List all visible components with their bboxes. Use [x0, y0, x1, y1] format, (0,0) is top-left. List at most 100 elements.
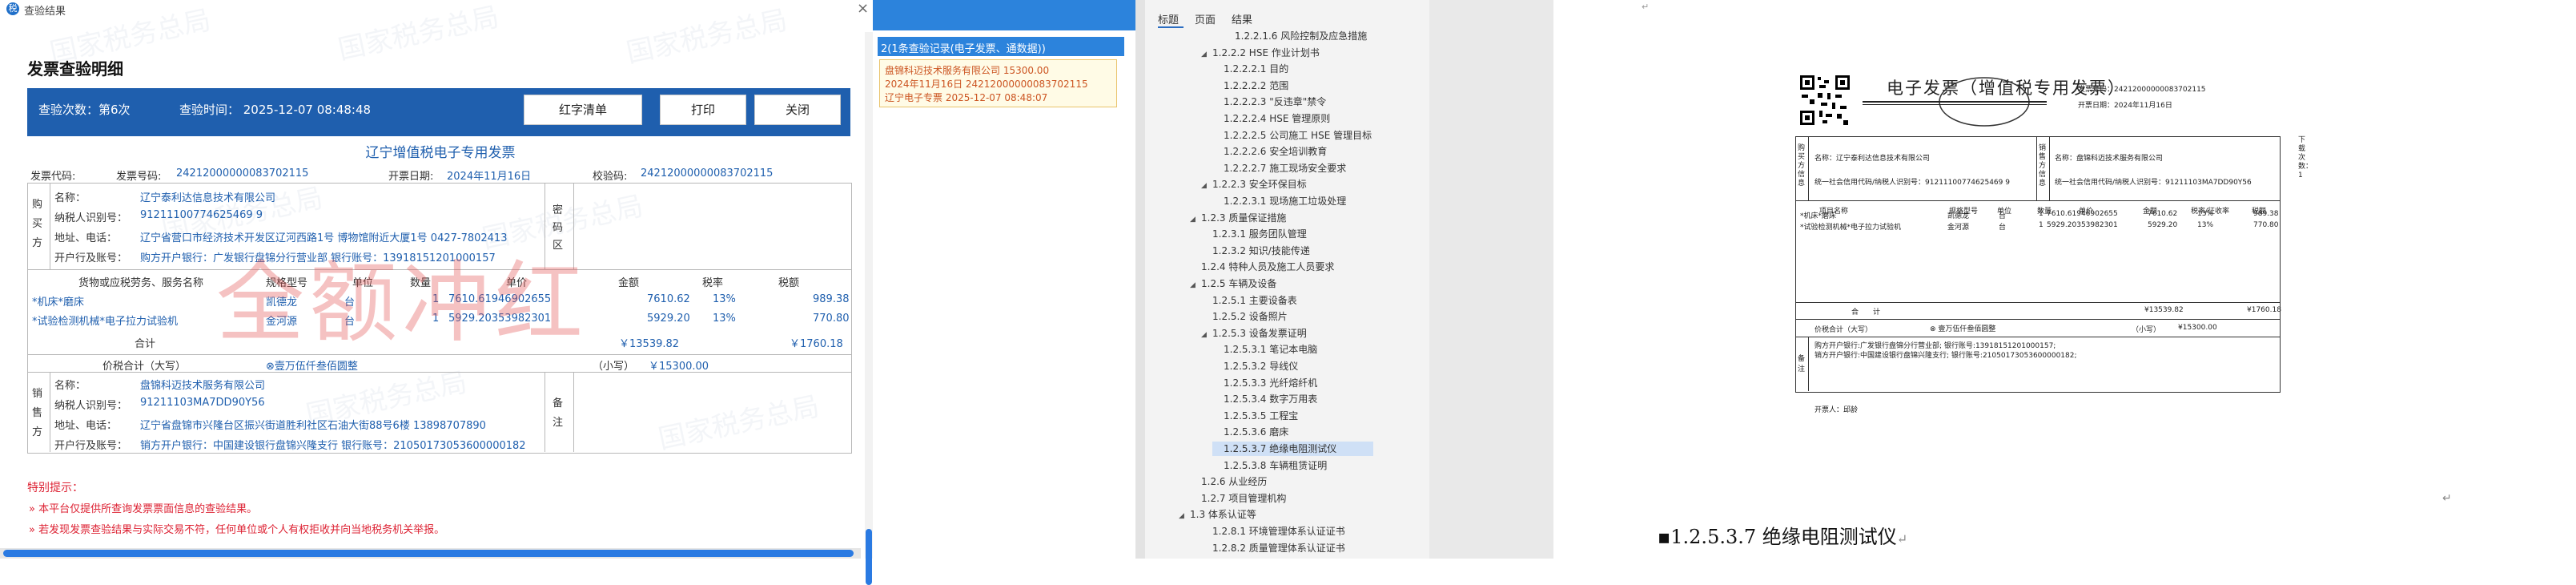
record-panel: 2(1条查验记录(电子发票、通数据)) 盘锦科迈技术服务有限公司 15300.0…	[873, 0, 1145, 559]
seller-bank: 销方开户银行：中国建设银行盘锦兴隆支行 银行账号：210501730536000…	[140, 440, 526, 452]
buyer-name: 辽宁泰利达信息技术有限公司	[140, 192, 276, 204]
expand-triangle-icon[interactable]: ◢	[1201, 179, 1212, 193]
nav-heading-item[interactable]: 1.2.2.2.1 目的	[1212, 62, 1373, 76]
nav-heading-item[interactable]: 1.2.5.3.3 光纤熔纤机	[1212, 376, 1373, 390]
nav-heading-item[interactable]: 1.2.8.2 质量管理体系认证证书	[1201, 541, 1373, 555]
grand-small-label: （小写）	[593, 361, 635, 373]
seller-bank-label: 开户行及账号：	[54, 440, 128, 452]
vertical-scrollbar[interactable]	[865, 32, 873, 585]
doc-total-small: ¥15300.00	[2178, 324, 2217, 332]
nav-heading-item[interactable]: 1.2.3.1 服务团队管理	[1201, 227, 1373, 241]
title-underline	[1863, 101, 2047, 103]
close-icon[interactable]: ×	[857, 0, 869, 17]
nav-heading-item[interactable]: 1.2.5.3.8 车辆租赁证明	[1212, 458, 1373, 473]
nav-heading-item[interactable]: 1.2.2.2.6 安全培训教育	[1212, 144, 1373, 159]
total-tax: ￥1760.18	[790, 338, 843, 350]
nav-heading-item[interactable]: ◢ 1.2.2.3 安全环保目标	[1201, 177, 1373, 192]
nav-heading-item[interactable]: 1.2.2.1.6 风险控制及应急措施	[1224, 29, 1373, 43]
tip-line-2: » 若发现发票查验结果与实际交易不符，任何单位或个人有权拒收并向当地税务机关举报…	[29, 524, 445, 536]
nav-heading-item[interactable]: 1.2.5.2 设备照片	[1201, 309, 1373, 324]
nav-heading-item[interactable]: 1.2.6 从业经历	[1190, 474, 1373, 489]
nav-heading-label: 1.2.5.3.3 光纤熔纤机	[1224, 377, 1318, 389]
date-label: 开票日期:	[388, 171, 434, 183]
nav-heading-label: 1.2.3.2 知识/技能传递	[1212, 244, 1310, 256]
nav-heading-item[interactable]: 1.2.5.3.1 笔记本电脑	[1212, 342, 1373, 357]
col-amount: 金额	[618, 277, 640, 289]
doc-remark-label: 备注	[1798, 355, 1806, 373]
nav-heading-item[interactable]: 1.2.5.3.7 绝缘电阻测试仪	[1212, 442, 1373, 456]
tab-headings[interactable]: 标题	[1158, 11, 1179, 26]
nav-heading-item[interactable]: 1.2.7 项目管理机构	[1190, 491, 1373, 506]
col-tax: 税额	[778, 277, 800, 289]
nav-heading-item[interactable]: 1.2.5.1 主要设备表	[1201, 293, 1373, 308]
doc-sum-label: 合 计	[1851, 309, 1881, 317]
seller-tax-label: 纳税人识别号：	[54, 400, 128, 412]
nav-heading-item[interactable]: 1.2.8.1 环境管理体系认证证书	[1201, 524, 1373, 539]
doc-cell: *试验检测机械*电子拉力试验机	[1800, 224, 1902, 232]
nav-heading-label: 1.2.5.1 主要设备表	[1212, 294, 1297, 306]
nav-heading-item[interactable]: 1.2.2.2.4 HSE 管理原则	[1212, 111, 1373, 126]
check-info-bar: 查验次数：第6次 查验时间： 2025-12-07 08:48:48 红字清单 …	[27, 88, 850, 130]
nav-heading-label: 1.2.5.3.2 导线仪	[1224, 361, 1299, 372]
nav-heading-label: 1.2.4 特种人员及施工人员要求	[1201, 261, 1335, 273]
full-red-reversal-stamp: 全额冲红	[216, 252, 588, 354]
heading-tree: 1.2.2.1.6 风险控制及应急措施 ◢ 1.2.2.2 HSE 作业计划书 1.2…	[1145, 29, 1429, 559]
doc-total-upper: ⊗ 壹万伍仟叁佰圆整	[1930, 325, 1996, 333]
nav-heading-item[interactable]: 1.2.5.3.4 数字万用表	[1212, 392, 1373, 406]
panel-scrollbar[interactable]	[1135, 0, 1145, 559]
tab-pages[interactable]: 页面	[1195, 11, 1216, 26]
doc-cell: 1	[2039, 221, 2044, 229]
doc-buyer-tax: 统一社会信用代码/纳税人识别号：91211100774625469 9	[1814, 179, 2010, 187]
nav-heading-item[interactable]: 1.2.5.3.6 磨床	[1212, 425, 1373, 439]
document-page: 电子发票（增值税专用发票） 发票号码：24212000000083702115 …	[1553, 0, 2576, 559]
nav-heading-item[interactable]: 1.2.3.2 知识/技能传递	[1201, 244, 1373, 258]
nav-heading-item[interactable]: ◢ 1.2.3 质量保证措施	[1190, 211, 1373, 225]
expand-triangle-icon[interactable]: ◢	[1179, 509, 1190, 523]
expand-triangle-icon[interactable]: ◢	[1190, 278, 1201, 292]
nav-heading-item[interactable]: 1.2.5.3.2 导线仪	[1212, 359, 1373, 373]
nav-heading-label: 1.2.8.1 环境管理体系认证证书	[1212, 526, 1345, 537]
nav-heading-label: 1.2.7 项目管理机构	[1201, 492, 1287, 504]
nav-heading-item[interactable]: ◢ 1.2.5 车辆及设备	[1190, 276, 1373, 291]
grand-total-label: 价税合计（大写）	[102, 361, 187, 373]
nav-heading-label: 1.2.3.1 服务团队管理	[1212, 228, 1307, 240]
doc-sum-amount: ¥13539.82	[2144, 306, 2184, 314]
nav-heading-item[interactable]: ◢ 1.3 体系认证等	[1179, 507, 1373, 522]
expand-triangle-icon[interactable]: ◢	[1201, 328, 1212, 342]
col-rate: 税率	[702, 277, 724, 289]
item-name: *机床*磨床	[32, 297, 85, 309]
red-list-button[interactable]: 红字清单	[524, 95, 642, 125]
nav-heading-item[interactable]: ◢ 1.2.2.2 HSE 作业计划书	[1201, 46, 1373, 60]
nav-heading-label: 1.2.2.2.3 "反违章"禁令	[1224, 96, 1327, 108]
nav-heading-item[interactable]: 1.2.2.2.5 公司施工 HSE 管理目标	[1212, 128, 1373, 143]
checkcode-label: 校验码:	[593, 171, 628, 183]
expand-triangle-icon[interactable]: ◢	[1201, 47, 1212, 62]
nav-heading-label: 1.2.2.1.6 风险控制及应急措施	[1235, 30, 1368, 42]
doc-total-upper-label: 价税合计（大写）	[1814, 326, 1873, 334]
item-name: *试验检测机械*电子拉力试验机	[32, 316, 179, 328]
doc-cell: 989.38	[2253, 210, 2279, 218]
doc-cell: 台	[1999, 224, 2007, 232]
navigation-pane: 标题 页面 结果 1.2.2.1.6 风险控制及应急措施 ◢ 1.2.2.2 HSE…	[1145, 0, 1429, 559]
nav-heading-label: 1.2.6 从业经历	[1201, 476, 1268, 488]
bar-strip	[27, 130, 850, 136]
nav-heading-label: 1.3 体系认证等	[1190, 509, 1256, 521]
nav-heading-label: 1.2.5.3.8 车辆租赁证明	[1224, 459, 1328, 471]
nav-heading-item[interactable]: 1.2.2.3.1 现场施工垃圾处理	[1212, 194, 1373, 208]
date-value: 2024年11月16日	[447, 171, 532, 183]
print-button[interactable]: 打印	[660, 95, 746, 125]
horizontal-scrollbar[interactable]	[0, 548, 861, 559]
nav-heading-item[interactable]: 1.2.4 特种人员及施工人员要求	[1190, 260, 1373, 274]
nav-heading-item[interactable]: ◢ 1.2.5.3 设备发票证明	[1201, 326, 1373, 341]
close-button[interactable]: 关闭	[754, 95, 841, 125]
expand-triangle-icon[interactable]: ◢	[1190, 212, 1201, 227]
nav-heading-item[interactable]: 1.2.2.2.3 "反违章"禁令	[1212, 95, 1373, 109]
tab-results[interactable]: 结果	[1232, 11, 1252, 26]
item-amount: 5929.20	[647, 313, 690, 325]
nav-heading-item[interactable]: 1.2.2.2.7 施工现场安全要求	[1212, 161, 1373, 176]
window-title: 查验结果	[24, 6, 66, 18]
nav-heading-item[interactable]: 1.2.2.2.2 范围	[1212, 79, 1373, 93]
record-tooltip: 盘锦科迈技术服务有限公司 15300.00 2024年11月16日 242120…	[879, 59, 1117, 107]
nav-heading-item[interactable]: 1.2.5.3.5 工程宝	[1212, 409, 1373, 423]
item-amount: 7610.62	[647, 293, 690, 305]
